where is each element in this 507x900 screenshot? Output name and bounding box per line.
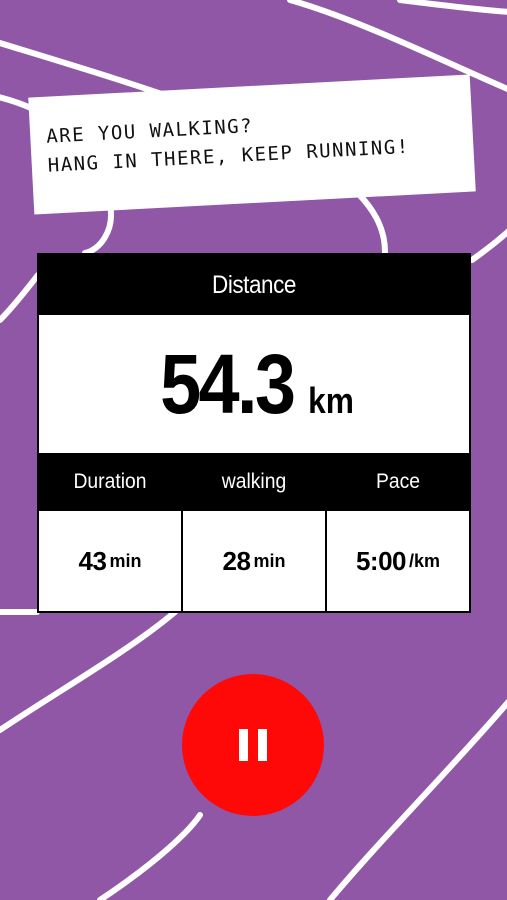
pause-button[interactable] <box>182 674 324 816</box>
metric-unit: min <box>253 550 286 571</box>
track-line <box>397 0 507 15</box>
metric-value-box: 43 min <box>39 511 181 611</box>
metric-label: walking <box>188 453 320 511</box>
metric-walking: walking 28 min <box>181 453 325 611</box>
metric-value-box: 28 min <box>183 511 325 611</box>
track-line <box>0 609 178 733</box>
metric-unit: /km <box>409 550 441 571</box>
track-line <box>0 272 41 323</box>
metric-value: 5:00 <box>355 545 407 576</box>
distance-header: Distance <box>212 270 296 299</box>
metric-value: 28 <box>222 545 251 576</box>
metric-value-box: 5:00 /km <box>327 511 469 611</box>
distance-value: 54.3 <box>160 337 296 431</box>
distance-unit: km <box>307 380 354 421</box>
track-line <box>287 0 507 92</box>
metric-unit: min <box>109 550 142 571</box>
metric-duration: Duration 43 min <box>39 453 181 611</box>
distance-display: 54.3 km <box>39 315 469 453</box>
metric-label: Pace <box>332 453 464 511</box>
metric-value: 43 <box>78 545 107 576</box>
metric-label: Duration <box>44 453 176 511</box>
motivation-note: ARE YOU WALKING? HANG IN THERE, KEEP RUN… <box>28 74 476 215</box>
metrics-row: Duration 43 min walking 28 min Pace 5:00… <box>39 453 469 611</box>
pause-icon <box>234 729 272 761</box>
track-line <box>327 698 507 900</box>
track-line <box>97 812 203 900</box>
metric-pace: Pace 5:00 /km <box>325 453 469 611</box>
track-line <box>469 228 507 263</box>
stats-card: Distance 54.3 km Duration 43 min walking… <box>37 253 471 613</box>
